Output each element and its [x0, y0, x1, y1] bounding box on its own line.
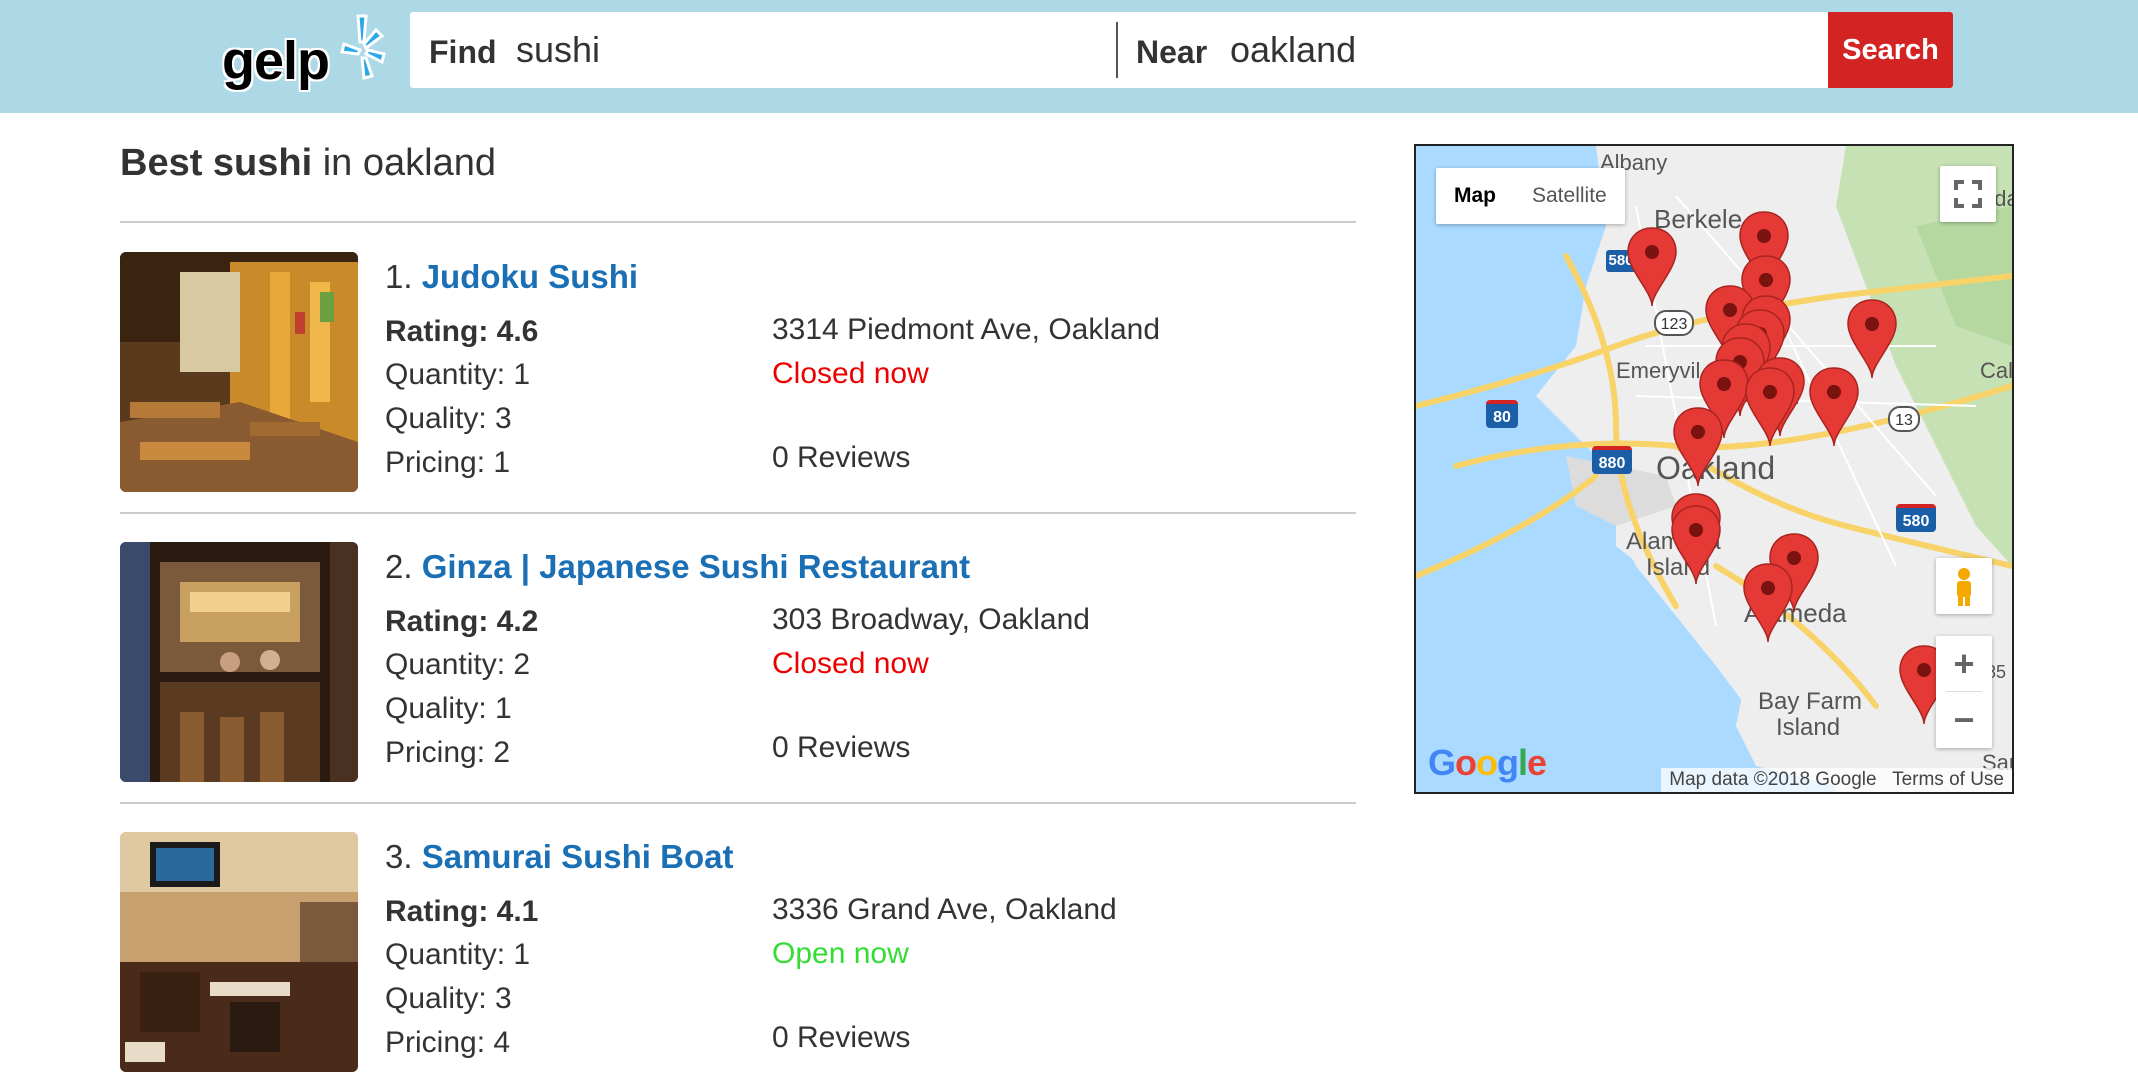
- map-marker[interactable]: [1809, 367, 1859, 447]
- pricing: Pricing: 4: [385, 1026, 511, 1059]
- divider: [120, 512, 1356, 514]
- status-open: Open now: [772, 937, 909, 970]
- quality: Quality: 3: [385, 982, 512, 1015]
- search-bar: Find Near Search: [410, 12, 1953, 88]
- terms-link[interactable]: Terms of Use: [1892, 769, 2004, 790]
- search-button[interactable]: Search: [1828, 12, 1953, 88]
- rating: Rating: 4.6: [385, 315, 539, 348]
- zoom-out-button[interactable]: −: [1936, 692, 1992, 748]
- result-item: 2. Ginza | Japanese Sushi Restaurant Rat…: [120, 542, 1356, 792]
- map-marker[interactable]: [1627, 227, 1677, 307]
- map-data-text: Map data ©2018 Google: [1669, 769, 1877, 790]
- google-logo: Google: [1428, 742, 1547, 783]
- page-title-rest: in oakland: [312, 142, 496, 184]
- restaurant-photo[interactable]: [120, 542, 358, 782]
- find-label: Find: [429, 34, 497, 70]
- quantity: Quantity: 1: [385, 938, 531, 971]
- result-title: 3. Samurai Sushi Boat: [385, 838, 733, 876]
- zoom-in-button[interactable]: +: [1936, 636, 1992, 692]
- restaurant-photo[interactable]: [120, 832, 358, 1072]
- result-index: 2.: [385, 548, 413, 585]
- fullscreen-button[interactable]: [1940, 166, 1996, 222]
- address: 3336 Grand Ave, Oakland: [772, 893, 1117, 926]
- burst-icon: [340, 14, 386, 80]
- fullscreen-icon: [1954, 180, 1982, 208]
- restaurant-link[interactable]: Judoku Sushi: [422, 258, 638, 295]
- zoom-control: + −: [1936, 636, 1992, 748]
- map-marker[interactable]: [1745, 367, 1795, 447]
- quality: Quality: 3: [385, 402, 512, 435]
- pricing: Pricing: 1: [385, 446, 511, 479]
- search-divider: [1116, 22, 1118, 78]
- map-marker[interactable]: [1673, 407, 1723, 487]
- address: 3314 Piedmont Ave, Oakland: [772, 313, 1161, 346]
- gelp-logo[interactable]: gelp: [222, 12, 386, 94]
- map[interactable]: Albany Berkele Emeryvil edi Oakland Alam…: [1414, 144, 2014, 794]
- zoom-divider: [1946, 691, 1982, 692]
- result-index: 3.: [385, 838, 413, 875]
- restaurant-link[interactable]: Samurai Sushi Boat: [422, 838, 734, 875]
- near-input[interactable]: [1230, 26, 1830, 74]
- result-title: 1. Judoku Sushi: [385, 258, 638, 296]
- restaurant-link[interactable]: Ginza | Japanese Sushi Restaurant: [422, 548, 970, 585]
- status-closed: Closed now: [772, 357, 929, 390]
- page-title-bold: Best sushi: [120, 142, 313, 184]
- map-marker[interactable]: [1847, 299, 1897, 379]
- top-bar: gelp Find Near Search: [0, 0, 2138, 113]
- markers-layer: [1627, 211, 1949, 725]
- rating: Rating: 4.1: [385, 895, 539, 928]
- map-type-satellite-button[interactable]: Satellite: [1514, 168, 1625, 224]
- divider: [120, 802, 1356, 804]
- map-type-control: Map Satellite: [1436, 168, 1625, 224]
- result-title: 2. Ginza | Japanese Sushi Restaurant: [385, 548, 970, 586]
- page-title: Best sushi in oakland: [120, 142, 496, 185]
- status-closed: Closed now: [772, 647, 929, 680]
- restaurant-photo[interactable]: [120, 252, 358, 492]
- reviews-count[interactable]: 0 Reviews: [772, 1021, 910, 1055]
- result-item: 1. Judoku Sushi Rating: 4.6 Quantity: 1 …: [120, 252, 1356, 502]
- map-marker[interactable]: [1743, 563, 1793, 643]
- result-index: 1.: [385, 258, 413, 295]
- map-type-map-button[interactable]: Map: [1436, 168, 1514, 224]
- pegman-icon: [1957, 568, 1971, 606]
- pricing: Pricing: 2: [385, 736, 511, 769]
- map-attribution: Map data ©2018 Google Terms of Use: [1661, 768, 2012, 792]
- rating: Rating: 4.2: [385, 605, 539, 638]
- result-item: 3. Samurai Sushi Boat Rating: 4.1 Quanti…: [120, 832, 1356, 1078]
- logo-text: gelp: [222, 31, 330, 91]
- quantity: Quantity: 1: [385, 358, 531, 391]
- quantity: Quantity: 2: [385, 648, 531, 681]
- map-marker[interactable]: [1671, 505, 1721, 585]
- divider: [120, 221, 1356, 223]
- reviews-count[interactable]: 0 Reviews: [772, 441, 910, 475]
- address: 303 Broadway, Oakland: [772, 603, 1090, 636]
- near-label: Near: [1136, 34, 1208, 70]
- quality: Quality: 1: [385, 692, 512, 725]
- reviews-count[interactable]: 0 Reviews: [772, 731, 910, 765]
- pegman-button[interactable]: [1936, 558, 1992, 614]
